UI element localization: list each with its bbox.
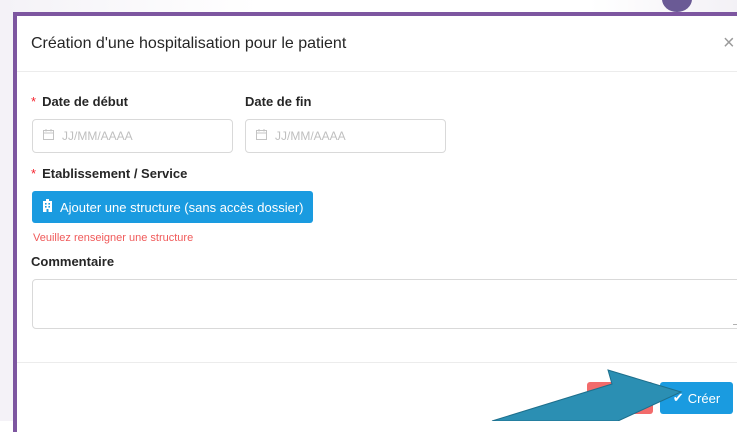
annotation-arrow (491, 369, 683, 421)
